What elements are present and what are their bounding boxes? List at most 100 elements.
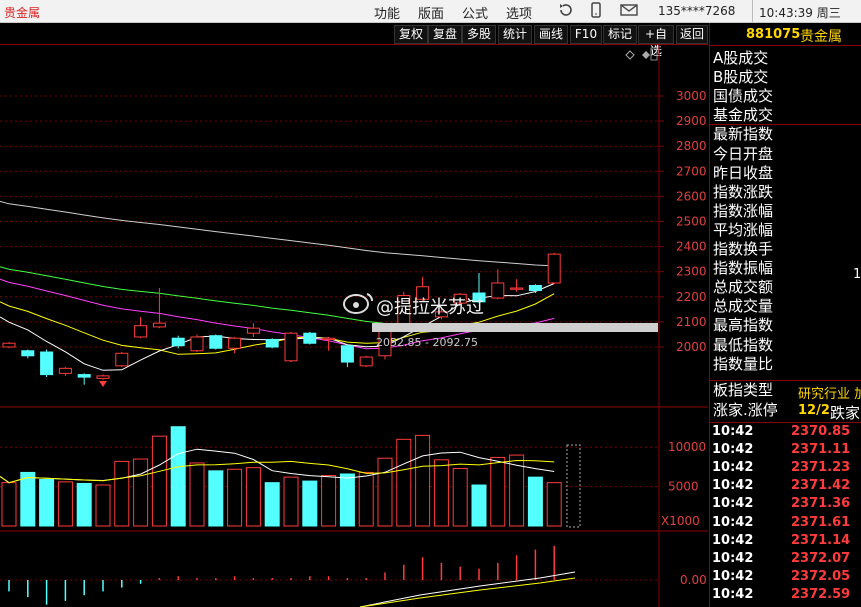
volume-bar <box>377 457 393 527</box>
weibo-icon <box>343 293 373 314</box>
account-id: 135****7268 <box>658 4 736 18</box>
tick-price: 2372.05 <box>791 568 851 584</box>
phone-icon[interactable] <box>590 2 602 22</box>
toolbar-button-mark[interactable]: 标记 <box>603 25 637 44</box>
menu-formula[interactable]: 公式 <box>462 3 488 22</box>
menu-function[interactable]: 功能 <box>374 3 400 22</box>
fall-count-label: 跌家 <box>830 404 861 422</box>
menu-layout[interactable]: 版面 <box>418 3 444 22</box>
price-tick-label: 2600 <box>676 189 707 203</box>
cursor-volume-box <box>566 444 581 528</box>
toolbar-button-replay[interactable]: 复盘 <box>428 25 462 44</box>
pane-scroll-handle[interactable] <box>650 47 658 61</box>
volume-bar <box>151 435 167 527</box>
field-label: 最新指数 <box>713 125 774 144</box>
volume-bar <box>264 482 280 527</box>
tick-price: 2371.23 <box>791 460 851 476</box>
title-bar: 贵金属 功能 版面 公式 选项 135****7268 10:43:39 周三 <box>0 0 861 23</box>
tick-time: 10:42 <box>712 496 754 512</box>
field-label: 基金成交 <box>713 106 774 125</box>
tick-time: 10:42 <box>712 568 754 584</box>
field-label: 指数涨幅 <box>713 201 774 220</box>
macd-zero-label: 0.00 <box>680 573 707 587</box>
candle-body <box>58 367 72 374</box>
candle-body <box>228 337 242 349</box>
price-tick-label: 2900 <box>676 114 707 128</box>
volume-bar <box>208 470 224 527</box>
price-tick-label: 2200 <box>676 290 707 304</box>
tick-time: 10:42 <box>712 478 754 494</box>
candle-body <box>96 375 110 379</box>
candle-body <box>547 253 561 284</box>
candle-body <box>246 327 260 334</box>
tick-time: 10:42 <box>712 550 754 566</box>
candle-body <box>491 282 505 299</box>
volume-bar <box>546 482 562 527</box>
candle-body <box>77 374 91 378</box>
toolbar-button-draw[interactable]: 画线 <box>534 25 568 44</box>
low-marker-icon <box>99 381 107 387</box>
toolbar-button-watchlist[interactable]: +自选 <box>638 25 674 58</box>
volume-bar <box>114 460 130 527</box>
range-label: 2052.85 - 2092.75 <box>376 336 478 349</box>
candle-body <box>40 351 54 376</box>
price-tick-label: 2100 <box>676 315 707 329</box>
price-tick-label: 3000 <box>676 89 707 103</box>
kline-chart[interactable]: 3000 2900 2800 2700 2600 2500 2400 2300 2200 2100… <box>0 45 708 607</box>
candle-body <box>134 325 148 338</box>
toolbar-button-f10[interactable]: F10 <box>570 25 602 44</box>
menu-options[interactable]: 选项 <box>506 3 532 22</box>
candle-body <box>359 356 373 367</box>
candle-body <box>115 352 129 367</box>
volume-bar <box>76 482 92 527</box>
toolbar-button-back[interactable]: 返回 <box>676 25 708 44</box>
diamond-filled-icon[interactable] <box>642 51 650 59</box>
ma60-line <box>0 200 555 267</box>
field-label: 最低指数 <box>713 335 774 354</box>
tick-price: 2372.07 <box>791 550 851 566</box>
rise-fall-label: 涨家.涨停 <box>713 401 778 419</box>
toolbar-button-stats[interactable]: 统计 <box>498 25 532 44</box>
board-type-label: 板指类型 <box>713 381 774 399</box>
refresh-icon[interactable] <box>558 2 574 22</box>
tick-price: 2371.61 <box>791 514 851 530</box>
volume-bar <box>245 467 261 527</box>
candle-body <box>152 322 166 328</box>
field-value-partial: 1 <box>853 267 861 282</box>
diamond-icon[interactable] <box>625 50 635 60</box>
candle-body <box>528 285 542 292</box>
candle-body <box>171 337 185 347</box>
volume-bar <box>358 471 374 527</box>
security-header: 881075 贵金属 <box>710 23 861 46</box>
volume-bar <box>57 481 73 527</box>
toolbar-button-multi[interactable]: 多股 <box>462 25 496 44</box>
price-tick-label: 2300 <box>676 265 707 279</box>
volume-bar <box>39 479 55 527</box>
volume-tick-label: 10000 <box>668 440 706 454</box>
tick-time: 10:42 <box>712 460 754 476</box>
tick-time: 10:42 <box>712 532 754 548</box>
range-highlight-bar <box>372 323 658 332</box>
volume-bars <box>1 426 562 527</box>
security-name: 贵金属 <box>800 29 842 45</box>
price-axis: 3000 2900 2800 2700 2600 2500 2400 2300 2200 2100… <box>659 89 707 354</box>
field-label: 总成交量 <box>713 297 774 316</box>
candle-body <box>303 332 317 344</box>
volume-bar <box>415 434 431 527</box>
volume-bar <box>527 476 543 527</box>
volume-bar <box>396 438 412 527</box>
field-label: 指数量比 <box>713 354 774 373</box>
tick-price: 2370.85 <box>791 424 851 439</box>
volume-bar <box>20 471 36 527</box>
candle-body <box>2 342 16 348</box>
candle-body <box>265 338 279 348</box>
mail-icon[interactable] <box>620 3 638 21</box>
candle-body <box>209 335 223 349</box>
tick-price: 2372.59 <box>791 586 851 602</box>
quote-panel: 881075 贵金属 A股成交 B股成交 国债成交 基金成交 最新指数 今日开盘 昨日收盘指… <box>709 23 861 607</box>
candle-body <box>322 337 336 340</box>
volume-bar <box>321 475 337 527</box>
toolbar-button-adjust[interactable]: 复权 <box>394 25 428 44</box>
divider <box>752 0 753 22</box>
security-code: 881075 <box>746 27 801 42</box>
